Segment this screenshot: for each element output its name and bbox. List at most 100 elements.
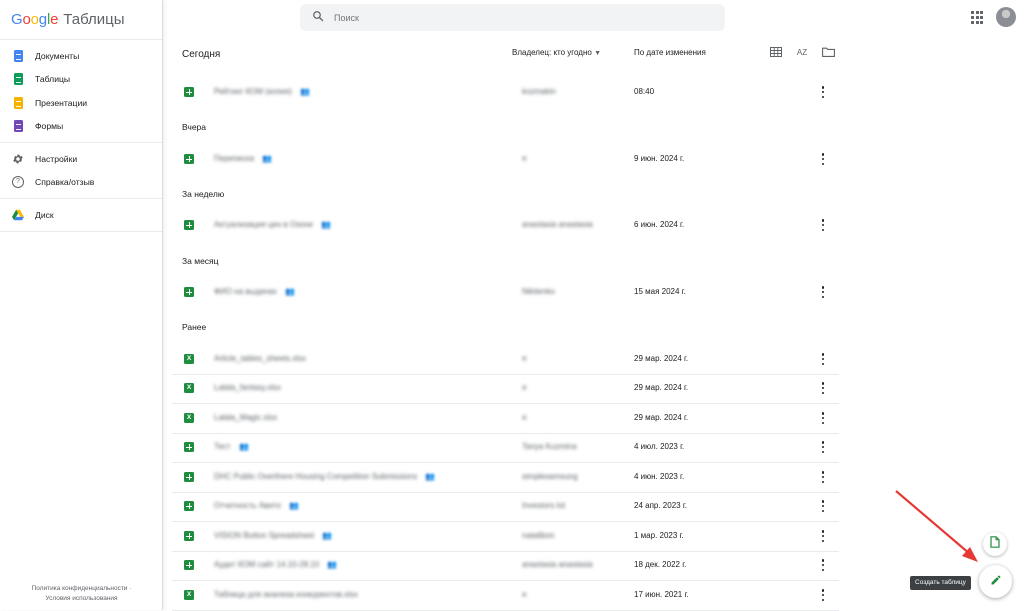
file-row[interactable]: Аудит КОМ сайт 14.10-28.10 👥 anastasia ana… [172,551,839,581]
shared-icon: 👥 [300,87,310,96]
sort-by-date[interactable]: По дате изменения [634,48,706,57]
more-options-icon[interactable] [820,500,826,512]
file-modified-date: 1 мар. 2023 г. [634,531,684,540]
file-row[interactable]: X Lalala_Magic.xlsx я 29 мар. 2024 г. [172,404,839,434]
file-owner: Investors lot [522,501,566,510]
file-owner: я [522,413,527,422]
sidebar-item-label: Справка/отзыв [35,177,95,188]
apps-group: Документы Таблицы Презентации Формы [0,40,162,143]
file-name: Переписка [214,154,255,163]
grid-view-icon[interactable] [769,46,783,58]
section-title-month: За месяц [182,256,219,266]
file-row[interactable]: ФИО на выдачах 👥 Nikitenko 15 мая 2024 г. [172,278,839,308]
file-owner: я [522,354,527,363]
google-apps-icon[interactable] [971,11,985,25]
more-options-icon[interactable] [820,530,826,542]
annotation-arrow [890,486,985,573]
file-name: Актуализация цен в Озоне [214,220,314,229]
footer-separator: · [129,585,132,592]
terms-link[interactable]: Условия использования [0,594,163,604]
file-owner: я [522,154,527,163]
sidebar-item-drive[interactable]: Диск [0,203,162,227]
more-options-icon[interactable] [820,589,826,601]
section-title-yesterday: Вчера [182,122,206,132]
brand[interactable]: Google Таблицы [0,0,162,40]
more-options-icon[interactable] [820,559,826,571]
search-icon [312,9,324,27]
pencil-icon [990,573,1002,591]
drive-group: Диск [0,199,162,232]
section-title-earlier: Ранее [182,322,207,332]
folder-icon[interactable] [821,46,835,58]
more-options-icon[interactable] [820,353,826,365]
file-owner: simplesamsung [522,472,578,481]
file-row[interactable]: Тест 👥 Tanya Kuzmina 4 июл. 2023 г. [172,433,839,463]
sheets-file-icon [184,560,194,570]
sidebar-item-settings[interactable]: Настройки [0,147,162,171]
file-row[interactable]: X Lalala_fantasy.xlsx я 29 мар. 2024 г. [172,374,839,404]
sheets-icon [12,73,24,86]
sidebar-item-label: Диск [35,209,54,220]
more-options-icon[interactable] [820,441,826,453]
section-title-today: Сегодня [182,49,221,60]
file-modified-date: 29 мар. 2024 г. [634,383,689,392]
file-name: Рейтинг КОМ (копия) [214,87,292,96]
sheets-file-icon [184,472,194,482]
file-owner: Nikitenko [522,287,555,296]
file-name: Аудит КОМ сайт 14.10-28.10 [214,560,320,569]
new-file-button[interactable] [983,532,1007,556]
search-bar[interactable] [300,4,725,31]
excel-file-icon: X [184,590,194,600]
excel-file-icon: X [184,413,194,423]
file-row[interactable]: X Таблица для анализа конкурентов.xlsx я 17… [172,581,839,611]
sidebar-item-sheets[interactable]: Таблицы [0,68,162,92]
sidebar-item-slides[interactable]: Презентации [0,91,162,115]
file-modified-date: 9 июн. 2024 г. [634,154,685,163]
forms-icon [12,120,24,133]
avatar[interactable] [996,7,1016,27]
section-title-week: За неделю [182,189,225,199]
sort-az-icon[interactable]: AZ [795,46,809,58]
create-sheet-tooltip: Создать таблицу [910,576,971,590]
file-row[interactable]: Актуализация цен в Озоне 👥 anastasia anast… [172,211,839,241]
sidebar-item-label: Документы [35,50,80,61]
file-row[interactable]: VISION Button Spreadsheet 👥 natalibon 1 мар… [172,522,839,552]
sheets-file-icon [184,287,194,297]
file-owner: я [522,590,527,599]
more-options-icon[interactable] [820,382,826,394]
file-modified-date: 08:40 [634,87,655,96]
excel-file-icon: X [184,354,194,364]
file-row[interactable]: DHC Public Overthere Housing Competition… [172,463,839,493]
owner-filter[interactable]: Владелец: кто угодно ▼ [512,48,601,57]
file-modified-date: 24 апр. 2023 г. [634,501,687,510]
more-options-icon[interactable] [820,412,826,424]
file-name: DHC Public Overthere Housing Competition… [214,472,418,481]
privacy-link[interactable]: Политика конфиденциальности [32,585,128,592]
sheets-file-icon [184,154,194,164]
file-owner: anastasia anastasia [522,560,593,569]
sidebar-footer: Политика конфиденциальности · Условия ис… [0,584,163,604]
sidebar-item-forms[interactable]: Формы [0,115,162,139]
file-name: VISION Button Spreadsheet [214,531,315,540]
more-options-icon[interactable] [820,153,826,165]
file-row[interactable]: Переписка 👥 я 9 июн. 2024 г. [172,145,839,175]
file-modified-date: 4 июн. 2023 г. [634,472,685,481]
create-sheet-button[interactable] [979,565,1012,598]
sheets-file-icon [184,87,194,97]
more-options-icon[interactable] [820,219,826,231]
sidebar-item-help[interactable]: ? Справка/отзыв [0,171,162,195]
slides-icon [12,96,24,109]
sidebar-item-docs[interactable]: Документы [0,44,162,68]
file-row[interactable]: Отчетность Авито 👥 Investors lot 24 апр. 20… [172,492,839,522]
more-options-icon[interactable] [820,86,826,98]
shared-icon: 👥 [285,287,295,296]
sheets-file-icon [184,531,194,541]
google-logo: Google [11,11,59,28]
file-row[interactable]: Рейтинг КОМ (копия) 👥 kozmakin 08:40 [172,78,839,108]
app-name: Таблицы [63,11,125,28]
more-options-icon[interactable] [820,286,826,298]
file-row[interactable]: X Article_tables_sheets.xlsx я 29 мар. 2024… [172,345,839,375]
search-input[interactable] [334,12,694,23]
more-options-icon[interactable] [820,471,826,483]
excel-file-icon: X [184,383,194,393]
